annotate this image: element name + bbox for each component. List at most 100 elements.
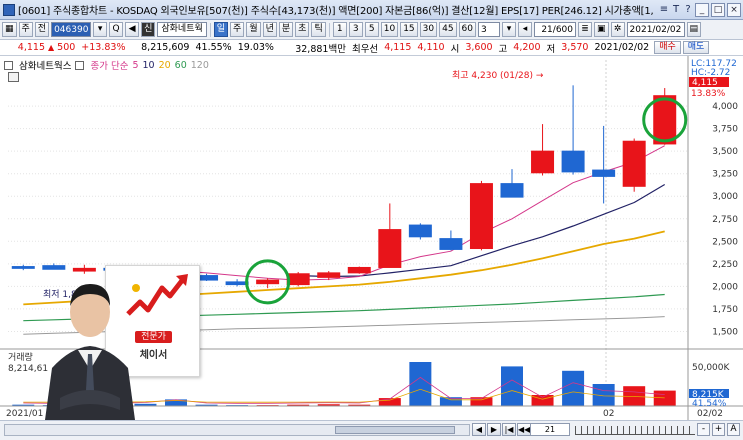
high-price: 4,200 bbox=[513, 42, 541, 53]
stock-code-input[interactable] bbox=[51, 22, 92, 37]
vol-rate-tag: 41.54% bbox=[692, 399, 727, 409]
volume-bar bbox=[501, 366, 523, 406]
sell-button[interactable]: 매도 bbox=[682, 41, 710, 54]
y-tick-label: 1,500 bbox=[712, 327, 738, 337]
current-price: 4,115 bbox=[17, 42, 45, 53]
candle-body bbox=[592, 169, 616, 177]
jump-first-icon[interactable]: |◀ bbox=[502, 423, 516, 436]
tab-period-tick[interactable]: 틱 bbox=[311, 22, 326, 37]
interval-count-input[interactable] bbox=[478, 22, 500, 37]
fast-back-icon[interactable]: ◀◀ bbox=[517, 423, 531, 436]
buy-button[interactable]: 매수 bbox=[654, 41, 681, 54]
candle-body bbox=[286, 273, 310, 286]
window-titlebar: [0601] 주식종합차트 - KOSDAQ 외국인보유[507(천)] 주식수… bbox=[0, 0, 743, 20]
y-tick-label: 3,000 bbox=[712, 192, 738, 202]
rate-tag: 13.83% bbox=[691, 89, 726, 99]
window-controls: ≡ T ? _ □ × bbox=[659, 2, 743, 17]
visible-count-field[interactable]: 21 bbox=[530, 423, 570, 436]
ma-checkbox[interactable] bbox=[75, 60, 85, 70]
layout-grid-icon[interactable]: ▦ bbox=[2, 22, 17, 37]
help-icon[interactable]: ? bbox=[683, 4, 693, 15]
interval-60[interactable]: 60 bbox=[458, 22, 476, 37]
auto-scale-button[interactable]: A bbox=[727, 423, 740, 436]
legend-checkbox[interactable] bbox=[4, 60, 13, 70]
dropdown-chevron-icon[interactable]: ▾ bbox=[93, 22, 108, 37]
credit-badge[interactable]: 신 bbox=[141, 22, 156, 37]
open-label: 시 bbox=[450, 43, 460, 55]
expert-badge: 전문가 bbox=[135, 331, 172, 343]
volume-bar bbox=[409, 362, 432, 406]
y-tick-label: 4,000 bbox=[712, 102, 738, 112]
tab-period-week[interactable]: 주 bbox=[230, 22, 245, 37]
date-input[interactable] bbox=[626, 22, 685, 37]
close-button[interactable]: × bbox=[727, 2, 741, 17]
search-icon[interactable]: Q bbox=[109, 22, 124, 37]
horizontal-scrollbar[interactable] bbox=[4, 424, 470, 436]
volume-rate: 41.55% bbox=[195, 42, 232, 53]
x-label-end: 02/02 bbox=[697, 409, 723, 419]
speaker-icon[interactable]: ◀ bbox=[125, 22, 140, 37]
maximize-button[interactable]: □ bbox=[711, 2, 725, 17]
scroll-prev-icon[interactable]: ◀ bbox=[472, 423, 486, 436]
candle-body bbox=[225, 281, 249, 286]
interval-dropdown-icon[interactable]: ▾ bbox=[502, 22, 516, 37]
chart-settings-icon[interactable] bbox=[8, 72, 19, 82]
y-tick-label: 2,250 bbox=[712, 260, 738, 270]
candle-body bbox=[408, 224, 432, 238]
zoom-out-button[interactable]: - bbox=[697, 423, 710, 436]
legend-ma-20: 20 bbox=[158, 59, 171, 71]
candle-body bbox=[469, 183, 493, 250]
app-icon bbox=[3, 3, 15, 16]
price-tag: 4,115 bbox=[692, 78, 718, 88]
candle-body bbox=[653, 95, 677, 145]
tab-period-second[interactable]: 초 bbox=[295, 22, 310, 37]
calendar-icon[interactable]: ▤ bbox=[686, 22, 702, 37]
high-annotation: 최고 4,230 (01/28) → bbox=[452, 70, 544, 81]
zoom-controls: - + A bbox=[697, 423, 740, 436]
scrollbar-thumb[interactable] bbox=[335, 426, 455, 434]
tab-period-day[interactable]: 일 bbox=[213, 22, 229, 37]
quote-date: 2021/02/02 bbox=[594, 42, 650, 53]
tab-period-minute[interactable]: 분 bbox=[278, 22, 294, 37]
nav-buttons: ◀ ▶ |◀ ◀◀ bbox=[472, 423, 531, 436]
text-mode-icon[interactable]: T bbox=[671, 4, 681, 15]
turnover-rate: 19.03% bbox=[237, 42, 274, 53]
interval-15[interactable]: 15 bbox=[400, 22, 418, 37]
zoom-ruler[interactable] bbox=[575, 426, 695, 435]
candle-body bbox=[622, 140, 646, 187]
gear-icon[interactable]: ✲ bbox=[610, 22, 625, 37]
low-price: 3,570 bbox=[561, 42, 589, 53]
list-icon[interactable]: ≣ bbox=[578, 22, 592, 37]
interval-30[interactable]: 30 bbox=[419, 22, 438, 37]
minimize-button[interactable]: _ bbox=[695, 2, 709, 17]
tab-period-year[interactable]: 년 bbox=[262, 22, 277, 37]
trade-value: 32,881백만 bbox=[295, 43, 346, 55]
volume-label: 거래량 bbox=[8, 351, 33, 363]
kind-select[interactable]: 주 bbox=[18, 22, 33, 37]
tab-period-month[interactable]: 월 bbox=[246, 22, 261, 37]
zoom-in-button[interactable]: + bbox=[712, 423, 725, 436]
price-change-rate: +13.83% bbox=[81, 42, 126, 53]
open-price: 3,600 bbox=[465, 42, 493, 53]
candle-body bbox=[256, 279, 280, 285]
interval-3[interactable]: 3 bbox=[348, 22, 363, 37]
menu-icon[interactable]: ≡ bbox=[659, 4, 669, 15]
candle-body bbox=[561, 150, 585, 173]
view-count-input[interactable] bbox=[534, 22, 576, 37]
stock-name-field[interactable]: 삼화네트웍 bbox=[157, 22, 207, 37]
interval-45[interactable]: 45 bbox=[439, 22, 457, 37]
candle-body bbox=[317, 272, 341, 278]
scroll-left-icon[interactable]: ◂ bbox=[518, 22, 532, 37]
y-tick-label: 1,750 bbox=[712, 305, 738, 315]
save-icon[interactable]: ▣ bbox=[594, 22, 609, 37]
hc-label: HC:-2.72 bbox=[691, 68, 730, 78]
interval-1[interactable]: 1 bbox=[332, 22, 347, 37]
market-select[interactable]: 전 bbox=[34, 22, 50, 37]
y-tick-label: 3,250 bbox=[712, 170, 738, 180]
interval-5[interactable]: 5 bbox=[364, 22, 379, 37]
scroll-next-icon[interactable]: ▶ bbox=[487, 423, 501, 436]
candle-body bbox=[42, 265, 66, 270]
legend-stock-name: 삼화네트웍스 bbox=[19, 61, 72, 72]
y-tick-label: 2,750 bbox=[712, 215, 738, 225]
interval-10[interactable]: 10 bbox=[380, 22, 399, 37]
